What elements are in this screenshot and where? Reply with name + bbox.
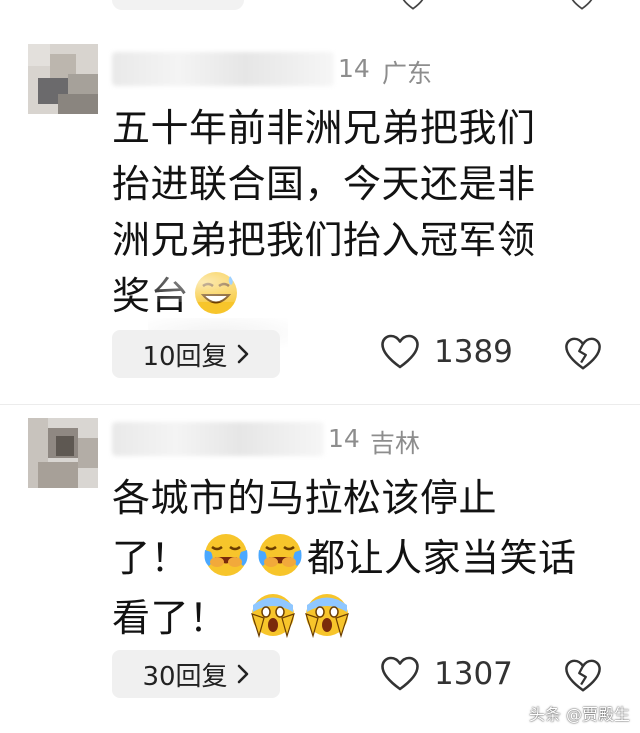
broken-heart-icon[interactable]	[564, 336, 602, 372]
comment-meta: 14 广东	[112, 52, 582, 88]
comment-date: 14	[338, 54, 370, 83]
comment-line: 奖台	[112, 268, 582, 324]
scream-emoji-icon	[250, 594, 295, 638]
laugh-cry-emoji-icon	[258, 534, 302, 576]
comment-line: 了！ 都让人家当笑话	[112, 528, 612, 588]
laugh-cry-emoji-icon	[204, 534, 248, 576]
replies-count: 30回复	[142, 661, 228, 692]
heart-outline-icon	[381, 334, 419, 369]
chevron-right-icon	[237, 664, 248, 684]
comment-item: 14 吉林 各城市的马拉松该停止 了！ 都让人家当笑话 看了！ 30回复 130…	[0, 404, 640, 733]
blurred-username	[112, 422, 324, 456]
comment-date: 14	[328, 424, 360, 453]
replies-count: 10回复	[142, 341, 228, 372]
view-replies-button[interactable]: 30回复	[112, 650, 280, 698]
comment-line: 看了！	[112, 588, 612, 648]
comment-text: 各城市的马拉松该停止 了！ 都让人家当笑话 看了！	[112, 468, 612, 648]
blurred-username	[112, 52, 334, 86]
comment-item: 14 广东 五十年前非洲兄弟把我们 抬进联合国，今天还是非 洲兄弟把我们抬入冠军…	[0, 0, 640, 400]
like-count: 1307	[434, 656, 513, 692]
avatar[interactable]	[28, 418, 98, 488]
like-button[interactable]: 1307	[380, 656, 513, 692]
comment-meta: 14 吉林	[112, 422, 582, 458]
comment-location: 广东	[382, 59, 433, 88]
comment-feed: 14 广东 五十年前非洲兄弟把我们 抬进联合国，今天还是非 洲兄弟把我们抬入冠军…	[0, 0, 640, 733]
heart-outline-icon	[381, 656, 419, 691]
like-count: 1389	[434, 334, 513, 370]
like-button[interactable]: 1389	[380, 334, 513, 370]
broken-heart-icon[interactable]	[564, 658, 602, 694]
source-watermark: 头条 @贾殿生	[528, 705, 630, 724]
comment-line: 抬进联合国，今天还是非	[112, 162, 536, 206]
comment-location: 吉林	[370, 429, 421, 458]
comment-line: 洲兄弟把我们抬入冠军领	[112, 218, 536, 262]
view-replies-button[interactable]: 10回复	[112, 330, 280, 378]
avatar[interactable]	[28, 44, 98, 114]
comment-text: 五十年前非洲兄弟把我们 抬进联合国，今天还是非 洲兄弟把我们抬入冠军领 奖台	[112, 100, 582, 324]
grin-sweat-emoji-icon	[195, 272, 238, 314]
scream-emoji-icon	[304, 594, 349, 638]
comment-line: 五十年前非洲兄弟把我们	[112, 106, 536, 150]
comment-line: 各城市的马拉松该停止	[112, 476, 498, 520]
chevron-right-icon	[237, 344, 248, 364]
